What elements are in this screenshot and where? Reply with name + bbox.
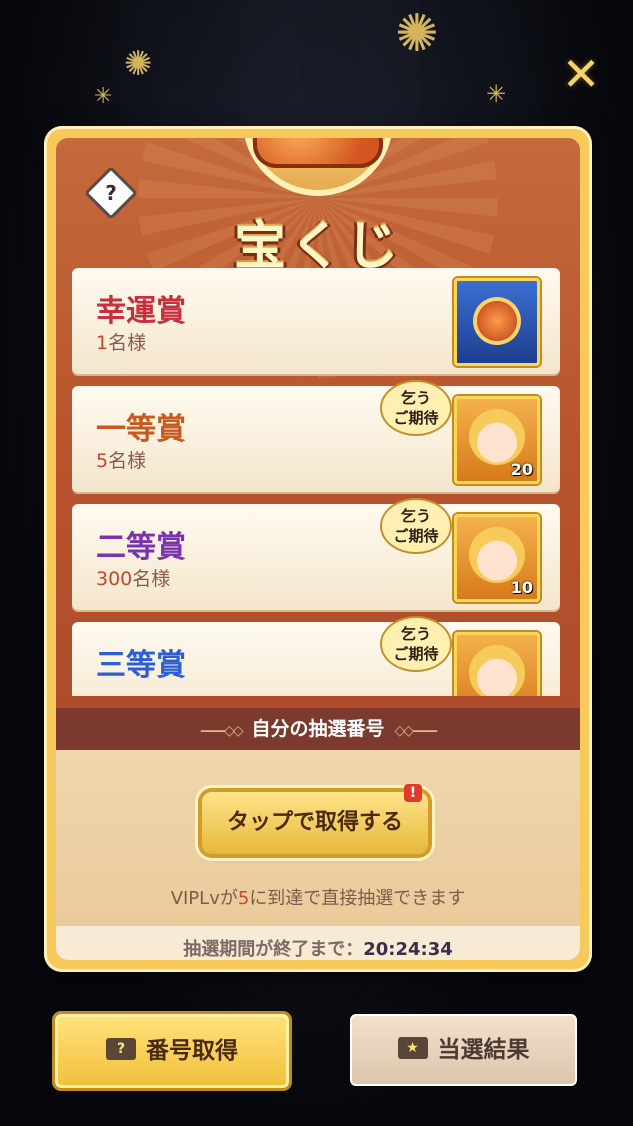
close-button[interactable]: ✕ <box>557 50 605 98</box>
prize-quantity: 20 <box>510 460 533 479</box>
firework-icon: ✺ <box>124 44 153 84</box>
character-portrait-icon <box>469 645 525 696</box>
panel-body: ? 宝くじ 幸運賞 1名様 一等賞 5名様 乞う ご期待 20 二等賞 300名… <box>56 138 580 960</box>
prize-count: 1名様 <box>96 332 147 354</box>
prize-character[interactable] <box>454 632 540 696</box>
prize-name: 三等賞 <box>96 648 186 683</box>
tap-button-label: タップで取得する <box>226 810 403 835</box>
prize-character[interactable]: 20 <box>454 396 540 484</box>
character-portrait-icon <box>469 409 525 465</box>
prize-card-second: 二等賞 300名様 乞う ご期待 10 <box>72 498 560 610</box>
prize-name: 一等賞 <box>96 412 186 447</box>
prize-character[interactable]: 10 <box>454 514 540 602</box>
sun-emblem-icon <box>477 301 517 341</box>
period-countdown: 抽選期間が終了まで：20:24:34 <box>56 926 580 960</box>
vip-note: VIPLvが5に到達で直接抽選できます <box>170 888 466 909</box>
prize-name: 幸運賞 <box>96 294 186 329</box>
prize-card-first: 一等賞 5名様 乞う ご期待 20 <box>72 380 560 492</box>
get-number-button[interactable]: ? 番号取得 <box>55 1014 289 1088</box>
speech-bubble: 乞う ご期待 <box>380 380 452 436</box>
prize-count: 5名様 <box>96 450 147 472</box>
prize-list[interactable]: 幸運賞 1名様 一等賞 5名様 乞う ご期待 20 二等賞 300名様 乞う ご… <box>72 268 560 696</box>
lottery-panel: ? 宝くじ 幸運賞 1名様 一等賞 5名様 乞う ご期待 20 二等賞 300名… <box>44 126 592 972</box>
prize-item-card[interactable] <box>454 278 540 366</box>
firework-icon: ✳ <box>94 84 113 109</box>
diamond-deco-icon: ◇◇—— <box>394 723 439 739</box>
prize-card-third: 三等賞 乞う ご期待 <box>72 616 560 696</box>
speech-bubble: 乞う ご期待 <box>380 616 452 672</box>
speech-bubble: 乞う ご期待 <box>380 498 452 554</box>
ticket-star-icon: ★ <box>397 1036 428 1059</box>
diamond-deco-icon: ——◇◇ <box>199 723 244 739</box>
results-button[interactable]: ★ 当選結果 <box>350 1014 577 1086</box>
alert-badge-icon: ! <box>404 784 422 802</box>
firework-icon: ✳ <box>486 80 507 108</box>
firework-icon: ✺ <box>395 4 439 64</box>
koi-fish-icon <box>253 138 383 168</box>
tap-to-get-button[interactable]: タップで取得する ! <box>202 784 428 854</box>
character-portrait-icon <box>469 527 525 583</box>
band-label: 自分の抽選番号 <box>251 718 385 740</box>
prize-quantity: 10 <box>510 578 533 597</box>
number-section: タップで取得する ! VIPLvが5に到達で直接抽選できます 抽選期間が終了まで… <box>56 750 580 960</box>
ticket-icon: ? <box>106 1037 136 1060</box>
prize-card-lucky: 幸運賞 1名様 <box>72 268 560 374</box>
prize-name: 二等賞 <box>96 530 186 565</box>
prize-count: 300名様 <box>96 568 171 590</box>
my-number-band: ——◇◇ 自分の抽選番号 ◇◇—— <box>56 708 580 750</box>
